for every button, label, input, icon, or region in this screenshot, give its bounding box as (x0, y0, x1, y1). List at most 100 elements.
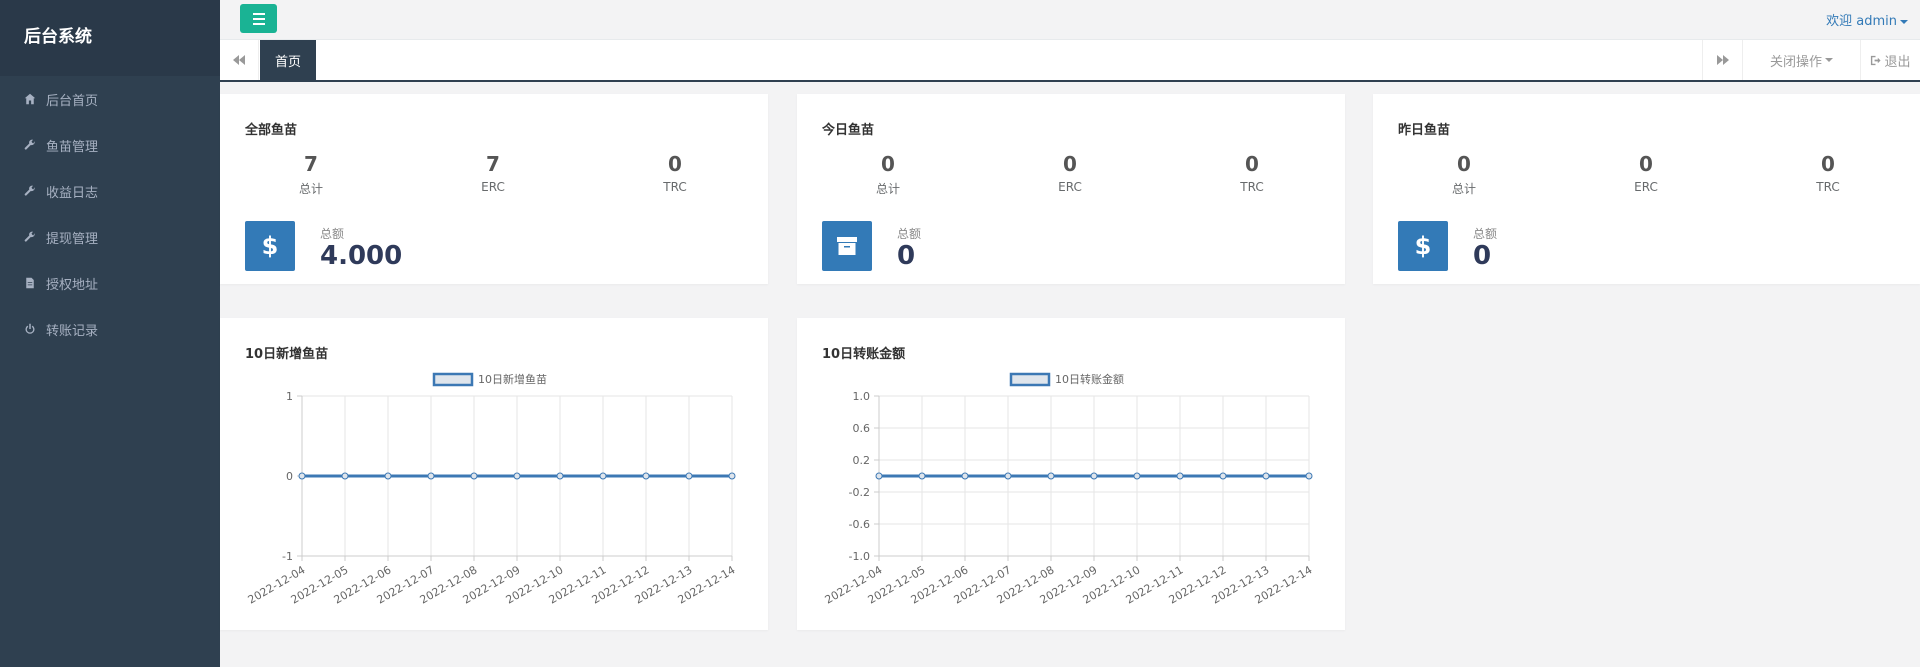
line-chart-transfer-amount: 10日转账金额1.00.60.2-0.2-0.6-1.02022-12-0420… (823, 372, 1315, 607)
close-ops-label: 关闭操作 (1769, 54, 1822, 70)
legend-label: 10日转账金额 (1055, 372, 1124, 386)
sidebar-item-fish[interactable]: 鱼苗管理 (0, 122, 220, 168)
y-tick-label: -0.2 (849, 486, 870, 499)
user-menu[interactable]: 欢迎 admin (1826, 10, 1908, 29)
data-point[interactable] (685, 472, 693, 480)
stat-card-all: 全部鱼苗 7 总计 7 ERC 0 TRC $ 总额 4.000 (220, 94, 768, 284)
y-tick-label: 1 (286, 390, 293, 403)
stat-label: 总计 (298, 182, 323, 196)
data-point[interactable] (470, 472, 478, 480)
data-point[interactable] (1305, 472, 1313, 480)
card-title: 全部鱼苗 (245, 123, 298, 138)
data-point[interactable] (384, 472, 392, 480)
amount-label: 总额 (320, 227, 345, 241)
tab-bar: 首页 关闭操作 退出 (220, 40, 1920, 82)
y-tick-label: 0 (286, 470, 293, 483)
data-point[interactable] (1262, 472, 1270, 480)
legend-swatch (432, 372, 474, 387)
sidebar-item-transfer-log[interactable]: 转账记录 (0, 306, 220, 352)
stat-label: TRC (1240, 180, 1264, 194)
logout-button[interactable]: 退出 (1860, 40, 1920, 80)
tab-scroll-right-button[interactable] (1702, 40, 1742, 80)
sidebar-item-label: 转账记录 (46, 323, 99, 339)
amount-value: 4.000 (320, 241, 403, 271)
data-point[interactable] (298, 472, 306, 480)
data-point[interactable] (875, 472, 883, 480)
amount-value: 0 (897, 241, 916, 271)
stat-trc: 0 TRC (1192, 152, 1312, 194)
stat-label: ERC (1058, 180, 1082, 194)
close-operations-dropdown[interactable]: 关闭操作 (1742, 40, 1860, 80)
data-point[interactable] (1090, 472, 1098, 480)
stat-label: 总计 (875, 182, 900, 196)
stat-erc: 0 ERC (1010, 152, 1130, 194)
archive-icon (822, 221, 872, 271)
data-point[interactable] (513, 472, 521, 480)
stat-erc: 7 ERC (433, 152, 553, 194)
y-tick-label: 1.0 (853, 390, 871, 403)
data-point[interactable] (341, 472, 349, 480)
stat-value: 7 (486, 152, 500, 176)
sidebar-item-withdraw[interactable]: 提现管理 (0, 214, 220, 260)
data-point[interactable] (556, 472, 564, 480)
stat-erc: 0 ERC (1586, 152, 1706, 194)
sidebar: 后台系统 后台首页 鱼苗管理 收益日志 提现管理 授权地址 转账记录 (0, 0, 220, 667)
sidebar-nav: 后台首页 鱼苗管理 收益日志 提现管理 授权地址 转账记录 (0, 76, 220, 352)
sidebar-item-income-log[interactable]: 收益日志 (0, 168, 220, 214)
data-point[interactable] (642, 472, 650, 480)
data-point[interactable] (1004, 472, 1012, 480)
sidebar-item-label: 授权地址 (46, 277, 99, 293)
stat-label: TRC (1816, 180, 1840, 194)
wrench-icon (24, 139, 46, 151)
data-point[interactable] (1176, 472, 1184, 480)
amount-value: 0 (1473, 241, 1492, 271)
hamburger-icon-line (252, 17, 265, 20)
stat-value: 0 (1457, 152, 1471, 176)
stat-value: 7 (304, 152, 318, 176)
y-tick-label: -1 (282, 550, 293, 563)
tab-home[interactable]: 首页 (260, 40, 316, 80)
chart-card-transfer-amount: 10日转账金额 10日转账金额 1.0 0.6 0.2 -0.2 -0.6 -1.0 2022… (797, 318, 1345, 630)
stat-value: 0 (1063, 152, 1077, 176)
home-icon (24, 93, 46, 105)
stat-label: ERC (1634, 180, 1658, 194)
stat-label: ERC (481, 180, 505, 194)
stat-total: 7 总计 (251, 152, 371, 197)
data-point[interactable] (1133, 472, 1141, 480)
sidebar-item-label: 后台首页 (46, 93, 99, 109)
legend[interactable]: 10日转账金额 (1009, 372, 1124, 387)
legend-swatch (1009, 372, 1051, 387)
chart-card-new-fish: 10日新增鱼苗 10日新增鱼苗 1 0 -1 2022-12-04 2022-12-05 2… (220, 318, 768, 630)
sidebar-item-label: 鱼苗管理 (46, 139, 99, 155)
card-title: 昨日鱼苗 (1398, 123, 1451, 138)
y-tick-label: -1.0 (849, 550, 870, 563)
wrench-icon (24, 231, 46, 243)
data-point[interactable] (961, 472, 969, 480)
line-chart-new-fish: 10日新增鱼苗10-12022-12-042022-12-052022-12-0… (246, 372, 738, 607)
caret-down-icon (1825, 58, 1833, 62)
dollar-glyph: $ (1414, 232, 1432, 260)
menu-toggle-button[interactable] (240, 4, 277, 33)
app-title: 后台系统 (0, 0, 220, 76)
data-point[interactable] (918, 472, 926, 480)
dollar-glyph: $ (261, 232, 279, 260)
card-title: 今日鱼苗 (822, 123, 875, 138)
data-point[interactable] (1219, 472, 1227, 480)
stat-trc: 0 TRC (1768, 152, 1888, 194)
data-point[interactable] (1047, 472, 1055, 480)
sidebar-item-auth-address[interactable]: 授权地址 (0, 260, 220, 306)
logout-label: 退出 (1884, 54, 1911, 70)
stat-value: 0 (668, 152, 682, 176)
stat-total: 0 总计 (1404, 152, 1524, 197)
amount-label: 总额 (1473, 227, 1498, 241)
hamburger-icon-line (252, 22, 265, 25)
sidebar-item-home[interactable]: 后台首页 (0, 76, 220, 122)
legend[interactable]: 10日新增鱼苗 (432, 372, 547, 387)
data-point[interactable] (427, 472, 435, 480)
forward-icon (1716, 55, 1729, 65)
data-point[interactable] (728, 472, 736, 480)
tab-scroll-left-button[interactable] (220, 40, 259, 80)
data-point[interactable] (599, 472, 607, 480)
sidebar-item-label: 收益日志 (46, 185, 99, 201)
stat-value: 0 (881, 152, 895, 176)
